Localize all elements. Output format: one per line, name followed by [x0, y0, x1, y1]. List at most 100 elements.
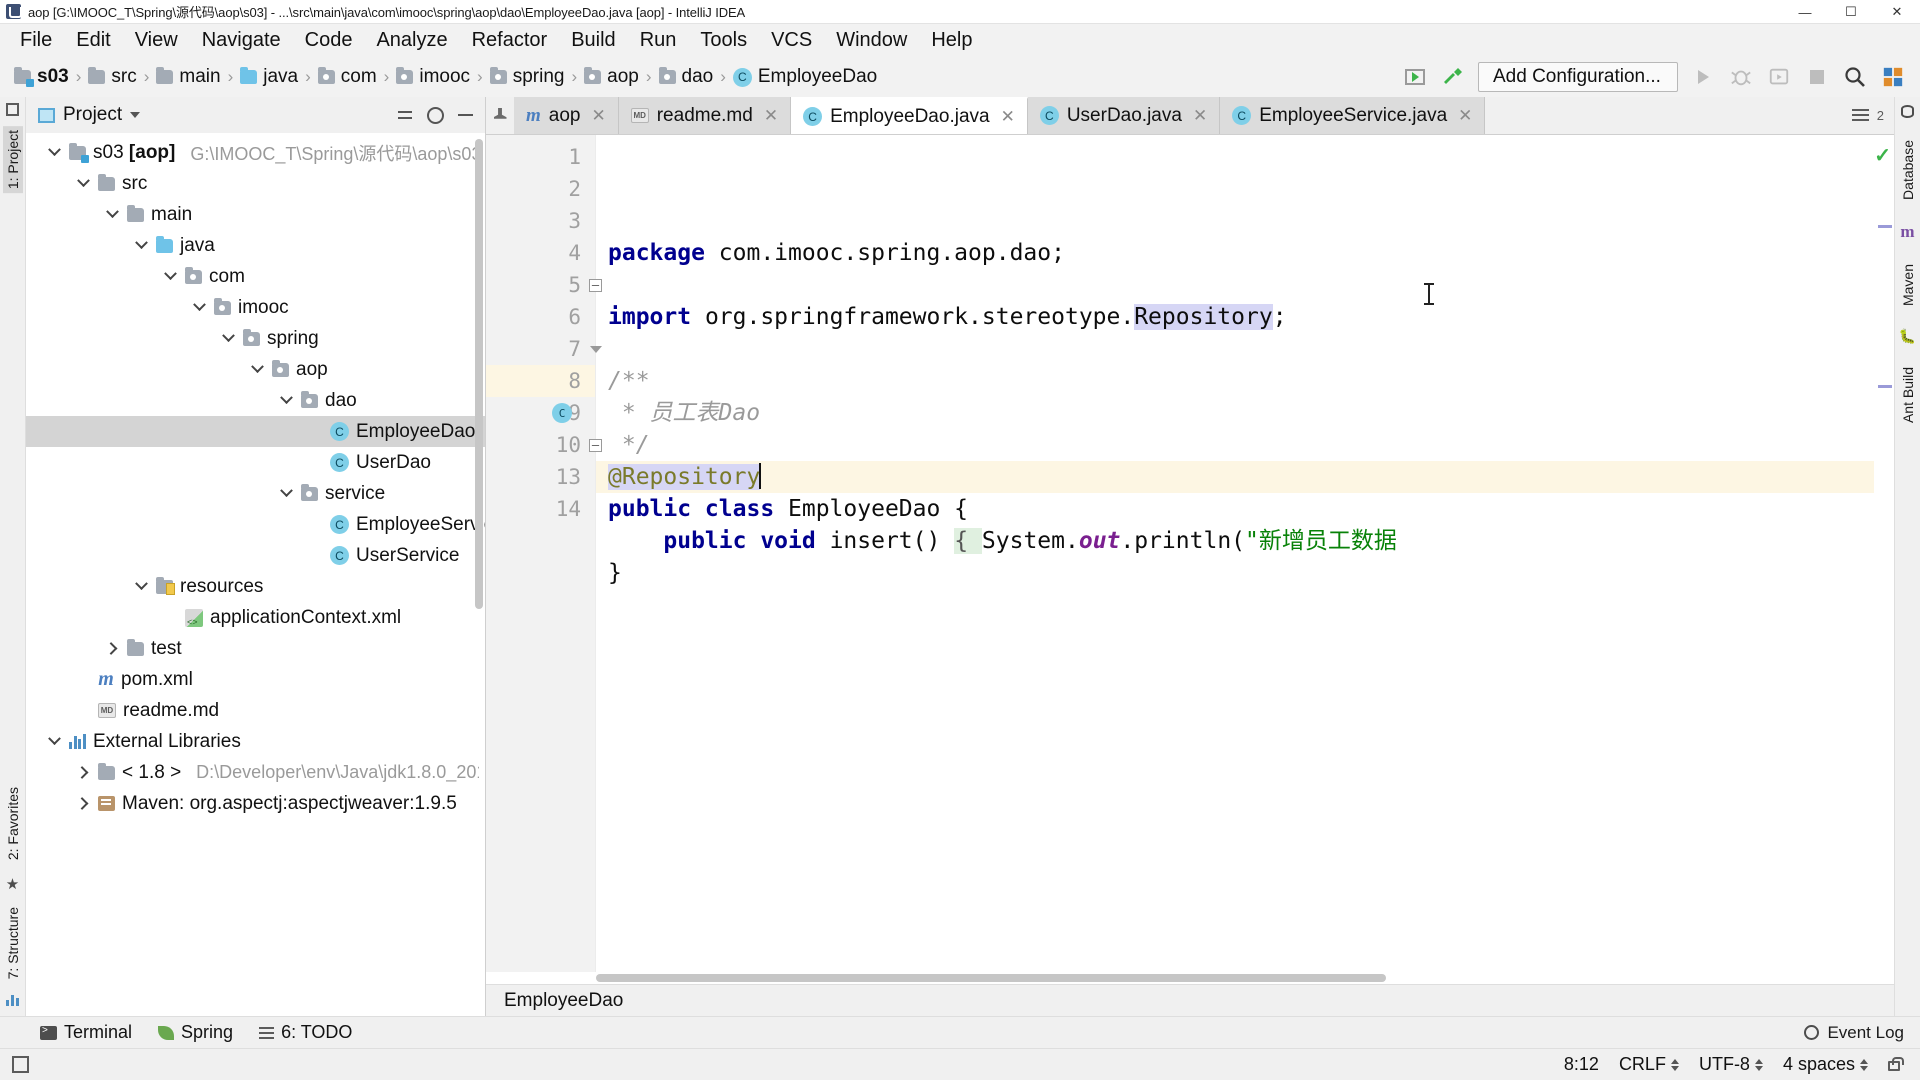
- close-tab-icon[interactable]: ✕: [591, 106, 605, 126]
- project-panel-icon[interactable]: [6, 103, 19, 116]
- tree-item--1-8-[interactable]: < 1.8 > D:\Developer\env\Java\jdk1.8.0_20…: [26, 757, 485, 788]
- code-line[interactable]: * 员工表Dao: [596, 397, 1894, 429]
- chevron-down-icon[interactable]: [278, 391, 294, 405]
- menu-help[interactable]: Help: [919, 26, 984, 55]
- tree-item-maven-org-aspectj-aspectjweaver-1-9-5[interactable]: Maven: org.aspectj:aspectjweaver:1.9.5: [26, 788, 485, 819]
- breadcrumb-item-java[interactable]: java: [236, 66, 302, 88]
- close-tab-icon[interactable]: ✕: [764, 106, 778, 126]
- tree-item-userdao[interactable]: C UserDao: [26, 447, 485, 478]
- close-tab-icon[interactable]: ✕: [1001, 107, 1015, 127]
- tree-item-service[interactable]: service: [26, 478, 485, 509]
- line-number[interactable]: 13: [486, 461, 595, 493]
- line-separator-selector[interactable]: CRLF: [1619, 1054, 1679, 1075]
- line-number[interactable]: 3: [486, 205, 595, 237]
- ant-icon[interactable]: 🐛: [1899, 328, 1916, 345]
- tree-item-dao[interactable]: dao: [26, 385, 485, 416]
- run-configuration-selector[interactable]: Add Configuration...: [1478, 62, 1678, 92]
- code-line[interactable]: [596, 269, 1894, 301]
- maven-icon[interactable]: m: [1900, 222, 1914, 242]
- read-only-toggle[interactable]: [1888, 1057, 1904, 1071]
- breadcrumb-item-com[interactable]: com: [314, 66, 381, 88]
- menu-file[interactable]: File: [8, 26, 64, 55]
- sidebar-item-project[interactable]: 1: Project: [2, 126, 23, 194]
- chevron-down-icon[interactable]: [75, 174, 91, 188]
- layout-grid-icon[interactable]: [1880, 64, 1906, 90]
- close-tab-icon[interactable]: ✕: [1458, 106, 1472, 126]
- line-number[interactable]: 14: [486, 493, 595, 525]
- tabs-menu-icon[interactable]: [1851, 109, 1869, 122]
- database-icon[interactable]: [1901, 105, 1914, 118]
- close-tab-icon[interactable]: ✕: [1193, 106, 1207, 126]
- line-number[interactable]: 7: [486, 333, 602, 365]
- tree-item-imooc[interactable]: imooc: [26, 292, 485, 323]
- code-line[interactable]: [596, 333, 1894, 365]
- line-number[interactable]: 4: [486, 237, 595, 269]
- menu-view[interactable]: View: [123, 26, 190, 55]
- horizontal-scrollbar[interactable]: [486, 972, 1894, 984]
- tool-window-spring[interactable]: Spring: [158, 1022, 233, 1043]
- structure-icon[interactable]: [6, 993, 19, 1006]
- horizontal-scrollbar-thumb[interactable]: [596, 974, 1386, 982]
- menu-analyze[interactable]: Analyze: [364, 26, 459, 55]
- minimize-button[interactable]: —: [1782, 0, 1828, 24]
- editor-breadcrumb[interactable]: EmployeeDao: [486, 984, 1894, 1016]
- tool-window-terminal[interactable]: Terminal: [40, 1022, 132, 1043]
- run-coverage-button[interactable]: [1766, 64, 1792, 90]
- line-number[interactable]: 1: [486, 141, 595, 173]
- menu-window[interactable]: Window: [824, 26, 919, 55]
- menu-vcs[interactable]: VCS: [759, 26, 824, 55]
- editor-tab-readme-md[interactable]: MD readme.md ✕: [618, 97, 792, 134]
- debug-button[interactable]: [1728, 64, 1754, 90]
- line-number[interactable]: 8: [486, 365, 595, 397]
- chevron-right-icon[interactable]: [104, 642, 120, 655]
- tree-item-s03-aop-[interactable]: s03 [aop] G:\IMOOC_T\Spring\源代码\aop\s03: [26, 137, 485, 168]
- tree-item-employeeservice[interactable]: C EmployeeService: [26, 509, 485, 540]
- menu-run[interactable]: Run: [628, 26, 689, 55]
- chevron-down-icon[interactable]: [46, 732, 62, 746]
- spring-bean-gutter-icon[interactable]: C: [552, 403, 572, 423]
- tool-window-todo[interactable]: 6: TODO: [259, 1022, 352, 1043]
- chevron-down-icon[interactable]: [104, 205, 120, 219]
- tree-item-src[interactable]: src: [26, 168, 485, 199]
- tree-scrollbar[interactable]: [475, 139, 483, 609]
- code-line[interactable]: */: [596, 429, 1894, 461]
- collapse-all-icon[interactable]: [397, 107, 413, 123]
- code-editor[interactable]: 1 2 3 4 5–6 7 8 9 C 10–13 14 package com.imooc.spr…: [486, 135, 1894, 972]
- breadcrumb-item-employeedao[interactable]: C EmployeeDao: [729, 66, 881, 88]
- code-line[interactable]: /**: [596, 365, 1894, 397]
- tree-item-test[interactable]: test: [26, 633, 485, 664]
- line-number[interactable]: 10–: [486, 429, 602, 461]
- chevron-down-icon[interactable]: [191, 298, 207, 312]
- code-content[interactable]: package com.imooc.spring.aop.dao; import …: [596, 135, 1894, 972]
- error-stripe-marker-rail[interactable]: ✓: [1874, 135, 1894, 972]
- stripe-mark[interactable]: [1878, 225, 1892, 228]
- editor-tab-employeeservice-java[interactable]: C EmployeeService.java ✕: [1220, 97, 1486, 134]
- caret-position[interactable]: 8:12: [1564, 1054, 1599, 1075]
- tree-item-com[interactable]: com: [26, 261, 485, 292]
- line-number[interactable]: 2: [486, 173, 595, 205]
- code-line[interactable]: package com.imooc.spring.aop.dao;: [596, 237, 1894, 269]
- chevron-down-icon[interactable]: [133, 236, 149, 250]
- chevron-down-icon[interactable]: [162, 267, 178, 281]
- code-line[interactable]: }: [596, 557, 1894, 589]
- tree-item-readme-md[interactable]: MD readme.md: [26, 695, 485, 726]
- menu-navigate[interactable]: Navigate: [190, 26, 293, 55]
- breadcrumb-item-main[interactable]: main: [152, 66, 224, 88]
- menu-edit[interactable]: Edit: [64, 26, 122, 55]
- chevron-down-icon[interactable]: [220, 329, 236, 343]
- tree-item-pom-xml[interactable]: m pom.xml: [26, 664, 485, 695]
- code-line[interactable]: import org.springframework.stereotype.Re…: [596, 301, 1894, 333]
- event-log-button[interactable]: Event Log: [1804, 1023, 1920, 1043]
- tree-item-java[interactable]: java: [26, 230, 485, 261]
- encoding-selector[interactable]: UTF-8: [1699, 1054, 1763, 1075]
- menu-refactor[interactable]: Refactor: [460, 26, 560, 55]
- sidebar-item-favorites[interactable]: 2: Favorites: [3, 783, 23, 864]
- code-line[interactable]: public class EmployeeDao {: [596, 493, 1894, 525]
- tree-item-main[interactable]: main: [26, 199, 485, 230]
- tree-item-aop[interactable]: aop: [26, 354, 485, 385]
- close-button[interactable]: ✕: [1874, 0, 1920, 24]
- menu-build[interactable]: Build: [559, 26, 627, 55]
- chevron-right-icon[interactable]: [75, 766, 91, 779]
- chevron-down-icon[interactable]: [130, 112, 141, 118]
- chevron-right-icon[interactable]: [75, 797, 91, 810]
